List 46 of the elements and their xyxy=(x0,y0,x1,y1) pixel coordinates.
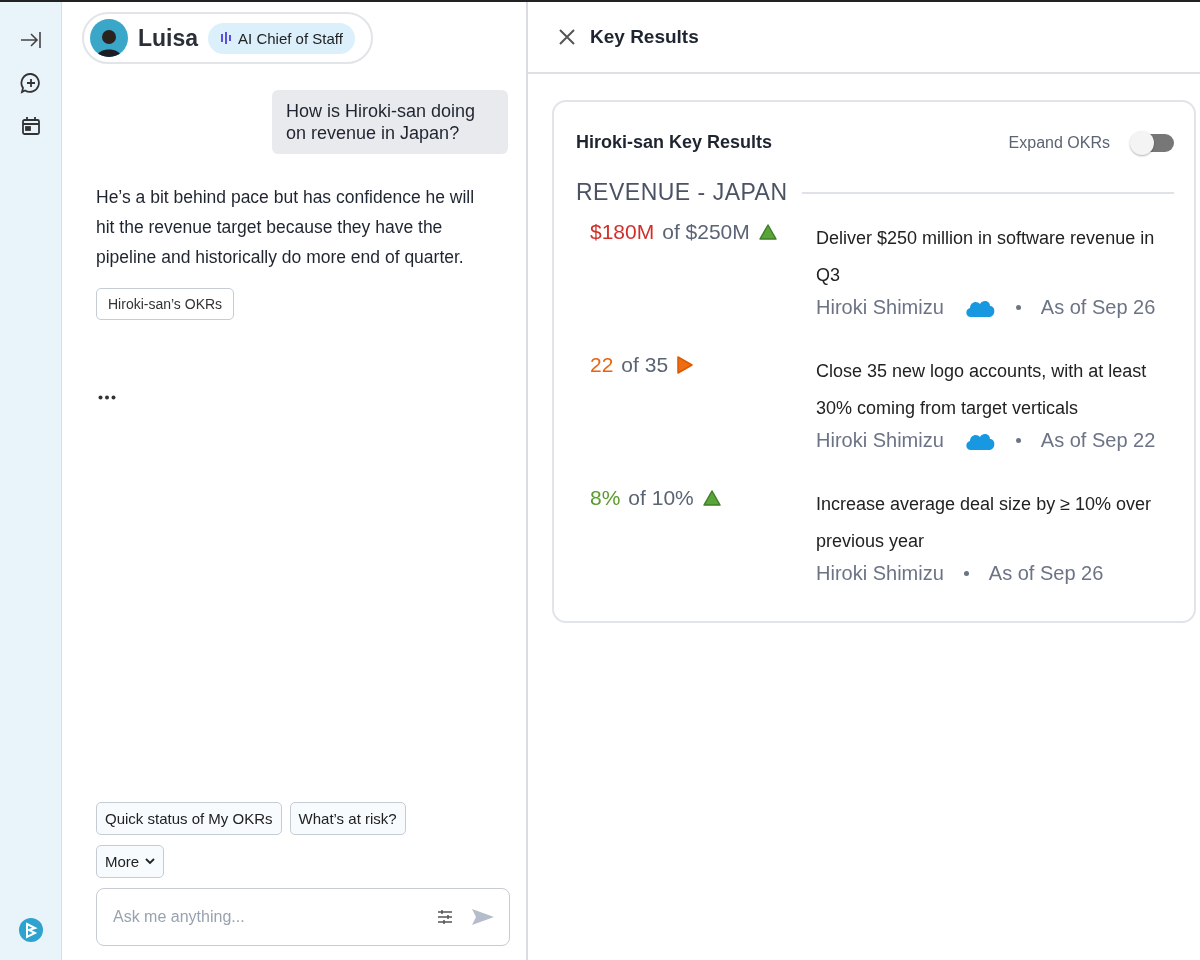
message-composer[interactable]: Ask me anything... xyxy=(96,888,510,946)
reference-chip[interactable]: Hiroki-san’s OKRs xyxy=(96,288,235,320)
separator-dot-icon xyxy=(963,571,969,576)
owner-name: Hiroki Shimizu xyxy=(816,296,944,319)
agent-role: AI Chief of Staff xyxy=(238,29,343,47)
target-value: of $250M xyxy=(662,220,750,244)
result-description: Close 35 new logo accounts, with at least 30% coming from target verticals xyxy=(816,360,1148,420)
as-of-date: As of Sep 26 xyxy=(988,562,1104,585)
sparkle-bars-icon xyxy=(220,31,233,45)
message-input[interactable]: Ask me anything... xyxy=(111,907,419,927)
as-of-date: As of Sep 26 xyxy=(1040,296,1156,319)
collapse-icon[interactable] xyxy=(19,30,42,50)
right-triangle-icon xyxy=(676,355,695,375)
up-triangle-icon xyxy=(701,489,722,507)
suggestion-chip[interactable]: What’s at risk? xyxy=(289,802,406,835)
logo-icon xyxy=(18,918,43,942)
target-value: of 10% xyxy=(628,486,694,510)
toggle-label: Expand OKRs xyxy=(1008,133,1110,152)
assistant-message: He’s a bit behind pace but has confidence he will hit the revenue target because they have the pipeline and historically do more end of quarter. xyxy=(96,186,476,269)
result-description: Deliver $250 million in software revenue in Q3 xyxy=(816,227,1156,287)
sliders-icon[interactable] xyxy=(437,910,453,924)
owner-name: Hiroki Shimizu xyxy=(816,429,944,452)
up-triangle-icon xyxy=(757,223,778,241)
separator-dot-icon xyxy=(1015,438,1021,443)
expand-toggle[interactable] xyxy=(1132,133,1174,152)
user-message: How is Hiroki-san doing on revenue in Japan? xyxy=(272,90,508,154)
result-description: Increase average deal size by ≥ 10% over previous year xyxy=(816,493,1153,553)
target-value: of 35 xyxy=(621,353,669,377)
typing-indicator-icon xyxy=(98,395,116,400)
owner-name: Hiroki Shimizu xyxy=(816,562,944,585)
panel-title: Key Results xyxy=(590,26,699,48)
current-value: 22 xyxy=(590,353,614,377)
current-value: 8% xyxy=(590,486,621,510)
separator-dot-icon xyxy=(1015,305,1021,310)
agent-name: Luisa xyxy=(138,24,199,52)
more-button[interactable]: More xyxy=(96,845,165,878)
close-icon[interactable] xyxy=(558,28,576,46)
section-heading: REVENUE - JAPAN xyxy=(576,179,788,206)
new-chat-icon[interactable] xyxy=(19,72,42,94)
card-title: Hiroki-san Key Results xyxy=(576,132,773,153)
calendar-icon[interactable] xyxy=(20,116,41,136)
current-value: $180M xyxy=(590,220,655,244)
avatar xyxy=(90,19,128,57)
chevron-down-icon xyxy=(145,858,156,865)
suggestion-chip[interactable]: Quick status of My OKRs xyxy=(96,802,282,835)
as-of-date: As of Sep 22 xyxy=(1040,429,1156,452)
